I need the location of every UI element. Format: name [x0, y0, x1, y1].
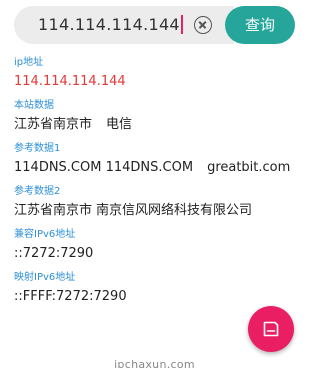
result-ipv6-mapped: 映射IPv6地址 ::FFFF:7272:7290: [14, 271, 304, 305]
result-isp: 电信: [106, 117, 133, 132]
result-value[interactable]: 114DNS.COM 114DNS.COM greatbit.com: [14, 160, 304, 176]
search-input-value: 114.114.114.144: [38, 15, 180, 34]
result-site-data: 本站数据 江苏省南京市 电信: [14, 99, 304, 133]
result-ipv6-compatible: 兼容IPv6地址 ::7272:7290: [14, 228, 304, 262]
result-value[interactable]: 114.114.114.144: [14, 74, 304, 90]
result-location: 江苏省南京市: [14, 117, 93, 132]
ip-lookup-screen: 114.114.114.144 查询 ip地址 114.114.114.144 …: [0, 0, 309, 368]
query-button[interactable]: 查询: [225, 6, 295, 44]
result-label: 参考数据1: [14, 143, 61, 154]
result-isp: 南京信风网络科技有限公司: [96, 203, 253, 218]
result-ip: ip地址 114.114.114.144: [14, 56, 304, 90]
search-input[interactable]: 114.114.114.144: [14, 6, 234, 44]
result-reference-1: 参考数据1 114DNS.COM 114DNS.COM greatbit.com: [14, 142, 304, 176]
result-label: 本站数据: [14, 100, 54, 111]
result-label: ip地址: [14, 57, 44, 68]
result-value[interactable]: ::FFFF:7272:7290: [14, 289, 304, 305]
result-label: 参考数据2: [14, 186, 61, 197]
save-icon: [263, 321, 279, 337]
result-label: 映射IPv6地址: [14, 272, 76, 283]
result-location: 114DNS.COM 114DNS.COM: [14, 160, 194, 175]
clear-icon[interactable]: [194, 16, 212, 34]
result-value[interactable]: 江苏省南京市 电信: [14, 117, 304, 133]
result-isp: greatbit.com: [207, 160, 291, 175]
text-cursor: [180, 15, 183, 34]
search-bar: 114.114.114.144 查询: [14, 6, 295, 44]
result-value[interactable]: 江苏省南京市 南京信风网络科技有限公司: [14, 203, 304, 219]
save-button[interactable]: [248, 306, 294, 352]
result-reference-2: 参考数据2 江苏省南京市 南京信风网络科技有限公司: [14, 185, 304, 219]
results-list: ip地址 114.114.114.144 本站数据 江苏省南京市 电信 参考数据1…: [14, 56, 304, 314]
result-location: 江苏省南京市: [14, 203, 93, 218]
site-footer: ipchaxun.com: [114, 358, 195, 368]
result-label: 兼容IPv6地址: [14, 229, 76, 240]
result-value[interactable]: ::7272:7290: [14, 246, 304, 262]
